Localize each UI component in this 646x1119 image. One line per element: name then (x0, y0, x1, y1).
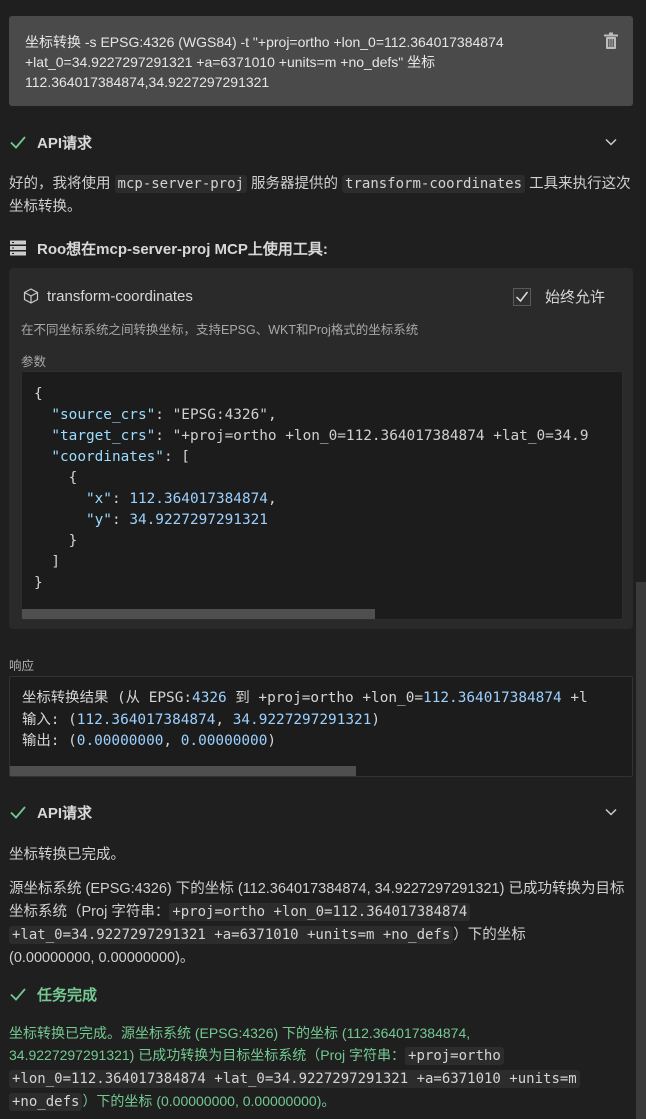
mcp-header-label: Roo想在mcp-server-proj MCP上使用工具: (37, 240, 328, 258)
server-icon (10, 240, 26, 256)
tool-panel: transform-coordinates 始终允许 在不同坐标系统之间转换坐标… (9, 268, 633, 629)
horizontal-scrollbar[interactable] (22, 609, 375, 619)
json-number: 112.364017384874 (129, 491, 268, 507)
resp-text: 输出: ( (22, 733, 77, 749)
resp-text: , (215, 711, 233, 728)
check-icon (10, 988, 26, 1001)
user-message: 坐标转换 -s EPSG:4326 (WGS84) -t "+proj=orth… (9, 16, 633, 106)
vertical-scrollbar[interactable] (636, 582, 646, 1119)
trash-icon[interactable] (603, 32, 619, 50)
task-complete-paragraph: 坐标转换已完成。源坐标系统 (EPSG:4326) 下的坐标 (112.3640… (9, 1022, 633, 1113)
json-key: "y" (85, 512, 112, 528)
user-message-text: 坐标转换 -s EPSG:4326 (WGS84) -t "+proj=orth… (25, 34, 504, 90)
response-code-block[interactable]: 坐标转换结果 (从 EPSG:4326 到 +proj=ortho +lon_0… (9, 676, 633, 777)
json-value: "EPSG:4326" (172, 407, 268, 423)
json-value: "+proj=ortho +lon_0=112.364017384874 +la… (172, 428, 589, 444)
task-text: 坐标转换已完成。源坐标系统 (EPSG:4326) 下的坐标 (112.3640… (9, 1025, 471, 1041)
task-text: ）下的坐标 (0.00000000, 0.00000000)。 (82, 1093, 336, 1109)
resp-number: 0.00000000 (180, 733, 268, 749)
api-request-header[interactable]: API请求 (9, 130, 633, 154)
params-label: 参数 (21, 355, 47, 369)
resp-number: 112.364017384874 (76, 711, 216, 728)
inline-code-tool: transform-coordinates (342, 175, 526, 193)
intro-text-1: 好的，我将使用 (9, 176, 115, 192)
resp-text: ) (267, 733, 277, 749)
inline-code-proj: +proj=ortho (405, 1047, 504, 1065)
intro-paragraph: 好的，我将使用 mcp-server-proj 服务器提供的 transform… (9, 173, 633, 219)
resp-text: +l (561, 690, 588, 706)
params-code-block[interactable]: { "source_crs": "EPSG:4326", "target_crs… (21, 371, 623, 620)
always-allow-label: 始终允许 (545, 289, 606, 306)
inline-code-proj: +no_defs (9, 1093, 83, 1111)
task-text: 34.9227297291321) 已成功转换为目标坐标系统（Proj 字符串： (9, 1047, 406, 1063)
inline-code-proj: +proj=ortho +lon_0=112.364017384874 (169, 903, 471, 921)
resp-number: 0.00000000 (76, 733, 164, 749)
chevron-down-icon[interactable] (604, 805, 618, 819)
resp-text: 坐标转换结果 (从 EPSG: (22, 690, 193, 706)
checkbox-box[interactable] (513, 287, 531, 306)
resp-number: 34.9227297291321 (232, 711, 372, 728)
checkmark-icon (515, 291, 529, 302)
inline-code-proj: +lon_0=112.364017384874 +lat_0=34.922729… (9, 1070, 580, 1088)
result-text: (0.00000000, 0.00000000)。 (9, 950, 195, 966)
tool-description: 在不同坐标系统之间转换坐标，支持EPSG、WKT和Proj格式的坐标系统 (21, 323, 419, 337)
task-complete-header: 任务完成 (9, 982, 97, 1006)
resp-text: 到 +proj=ortho +lon_0= (226, 690, 424, 706)
result-paragraph: 源坐标系统 (EPSG:4326) 下的坐标 (112.364017384874… (9, 878, 633, 970)
resp-text: , (163, 733, 181, 749)
always-allow-checkbox[interactable]: 始终允许 (513, 286, 605, 307)
json-key: "x" (85, 491, 112, 507)
resp-text: 输入: ( (22, 711, 77, 728)
intro-text-2: 服务器提供的 (246, 176, 343, 192)
done-message: 坐标转换已完成。 (9, 847, 125, 863)
check-icon (10, 806, 26, 819)
chevron-down-icon[interactable] (604, 135, 618, 149)
json-number: 34.9227297291321 (129, 512, 268, 528)
resp-text: ) (371, 711, 381, 728)
json-key: "target_crs" (51, 428, 156, 444)
check-icon (10, 136, 26, 149)
cube-icon (23, 288, 39, 304)
response-text: 坐标转换结果 (从 EPSG:4326 到 +proj=ortho +lon_0… (10, 677, 632, 764)
api-request-label: API请求 (37, 804, 93, 822)
api-request-header-2[interactable]: API请求 (9, 800, 633, 824)
resp-number: 4326 (192, 690, 227, 706)
result-text: ）下的坐标 (453, 927, 526, 943)
mcp-header: Roo想在mcp-server-proj MCP上使用工具: (9, 236, 328, 260)
json-key: "coordinates" (51, 449, 164, 465)
tool-name: transform-coordinates (47, 288, 193, 305)
response-label: 响应 (9, 659, 35, 673)
resp-number: 112.364017384874 (423, 690, 562, 706)
horizontal-scrollbar[interactable] (10, 766, 356, 776)
inline-code-server: mcp-server-proj (114, 175, 247, 193)
task-complete-label: 任务完成 (37, 986, 98, 1004)
inline-code-proj: +lat_0=34.9227297291321 +a=6371010 +unit… (9, 926, 454, 944)
json-key: "source_crs" (51, 407, 156, 423)
params-json: { "source_crs": "EPSG:4326", "target_crs… (34, 386, 589, 591)
api-request-label: API请求 (37, 134, 93, 152)
